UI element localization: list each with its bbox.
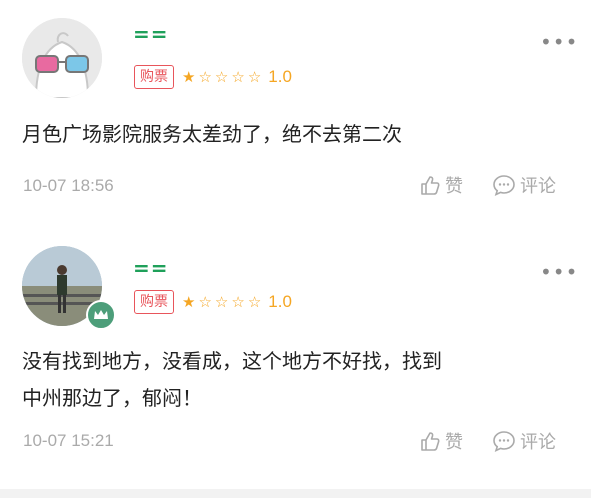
comment-button[interactable]: 评论 — [492, 428, 556, 454]
review-content-line: 中州那边了，郁闷！ — [22, 386, 202, 410]
review-time: 10-07 15:21 — [23, 431, 114, 450]
purchase-badge: 购票 — [134, 290, 174, 314]
review-item: = = ••• 购票 ★☆☆☆☆ 1.0 没有找到地方，没看成，这个地方不好找，… — [0, 0, 591, 490]
rating-row: 购票 ★☆☆☆☆ 1.0 — [134, 289, 292, 315]
vip-badge-icon — [86, 300, 116, 330]
star-empty-icon: ☆ — [214, 293, 232, 311]
star-filled-icon: ★ — [182, 293, 199, 311]
more-icon[interactable]: ••• — [540, 262, 578, 282]
section-divider — [0, 489, 591, 498]
comment-label: 评论 — [520, 432, 556, 453]
star-rating: ★☆☆☆☆ — [182, 293, 264, 311]
like-button[interactable]: 赞 — [419, 428, 463, 454]
star-empty-icon: ☆ — [247, 293, 265, 311]
star-empty-icon: ☆ — [198, 293, 215, 311]
like-label: 赞 — [445, 432, 463, 453]
rating-score: 1.0 — [268, 292, 292, 311]
review-content-line: 没有找到地方，没看成，这个地方不好找，找到 — [22, 349, 442, 373]
star-empty-icon: ☆ — [231, 293, 248, 311]
comment-bubble-icon — [493, 431, 515, 452]
thumbs-up-icon — [421, 432, 440, 451]
username[interactable]: = = — [133, 256, 168, 280]
review-content: 没有找到地方，没看成，这个地方不好找，找到 中州那边了，郁闷！ — [22, 343, 567, 417]
